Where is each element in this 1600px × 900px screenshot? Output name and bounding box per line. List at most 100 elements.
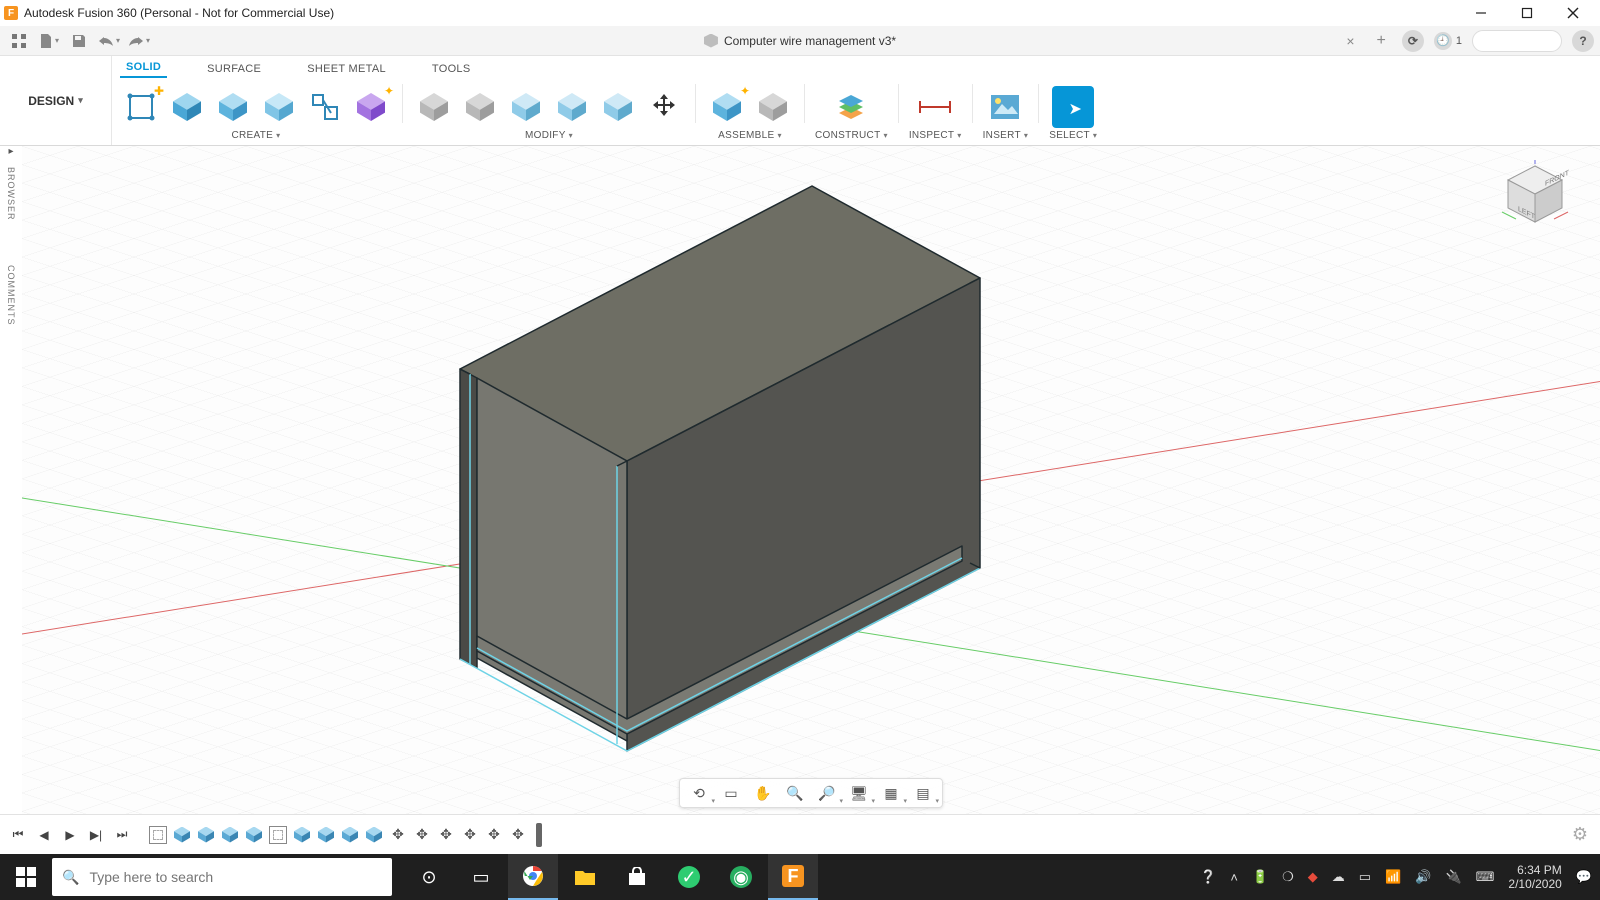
close-window-button[interactable] — [1550, 0, 1596, 26]
tray-red-icon[interactable]: ◆ — [1308, 869, 1318, 885]
workspace-switcher[interactable]: DESIGN — [0, 56, 112, 145]
fillet-tool[interactable] — [459, 86, 501, 128]
tray-chevron-icon[interactable]: ˄ — [1230, 870, 1238, 885]
create-label[interactable]: CREATE — [232, 130, 281, 141]
new-tab-button[interactable]: + — [1371, 32, 1392, 50]
tray-help-icon[interactable]: ❔ — [1200, 869, 1216, 885]
document-tab[interactable]: Computer wire management v3* — [704, 34, 896, 48]
tray-keyboard-icon[interactable]: ⌨ — [1476, 869, 1495, 885]
timeline-start-button[interactable]: ⏮ — [8, 825, 28, 845]
revolve-tool[interactable] — [212, 86, 254, 128]
modify-label[interactable]: MODIFY — [525, 130, 573, 141]
timeline-feature[interactable] — [196, 825, 216, 845]
cortana-button[interactable]: ▭ — [456, 854, 506, 900]
chrome-app[interactable] — [508, 854, 558, 900]
explorer-app[interactable] — [560, 854, 610, 900]
notifications-button[interactable]: 💬 — [1576, 869, 1592, 885]
browser-toggle[interactable]: ▸ — [8, 146, 13, 157]
shell-tool[interactable] — [505, 86, 547, 128]
extensions-button[interactable]: ⟳ — [1402, 30, 1424, 52]
job-status[interactable]: 🕘1 — [1434, 32, 1462, 50]
sketch-tool[interactable]: ✚ — [120, 86, 162, 128]
timeline-sketch[interactable] — [268, 825, 288, 845]
minimize-button[interactable] — [1458, 0, 1504, 26]
timeline-feature[interactable] — [292, 825, 312, 845]
tray-volume-icon[interactable]: 🔊 — [1415, 869, 1431, 885]
timeline-step-back-button[interactable]: ◀ — [34, 825, 54, 845]
browser-label[interactable]: BROWSER — [6, 167, 16, 221]
pan-button[interactable]: ✋ — [752, 782, 774, 804]
timeline-play-button[interactable]: ▶ — [60, 825, 80, 845]
tray-onedrive-icon[interactable]: ☁ — [1332, 869, 1345, 885]
select-tool[interactable]: ➤ — [1052, 86, 1094, 128]
timeline-settings-button[interactable]: ⚙ — [1572, 824, 1588, 845]
taskbar-search-input[interactable] — [89, 869, 382, 885]
timeline-move[interactable]: ✥ — [508, 825, 528, 845]
save-button[interactable] — [66, 29, 92, 53]
timeline-feature[interactable] — [172, 825, 192, 845]
data-panel-button[interactable] — [6, 29, 32, 53]
measure-tool[interactable] — [914, 86, 956, 128]
timeline-move[interactable]: ✥ — [484, 825, 504, 845]
timeline-sketch[interactable] — [148, 825, 168, 845]
close-tab-button[interactable]: × — [1340, 33, 1360, 49]
timeline-end-button[interactable]: ⏭ — [112, 825, 132, 845]
sweep-tool[interactable] — [258, 86, 300, 128]
fusion-app[interactable]: F — [768, 854, 818, 900]
loft-tool[interactable] — [304, 86, 346, 128]
taskview-button[interactable]: ⊙ — [404, 854, 454, 900]
insert-image-tool[interactable] — [984, 86, 1026, 128]
timeline-playhead[interactable] — [536, 823, 542, 847]
construct-plane-tool[interactable] — [830, 86, 872, 128]
store-app[interactable] — [612, 854, 662, 900]
3d-viewport[interactable]: LEFT FRONT ⟲ ▭ ✋ 🔍 🔎 🖥 ▦ ▤ — [22, 146, 1600, 814]
press-pull-tool[interactable] — [413, 86, 455, 128]
assemble-label[interactable]: ASSEMBLE — [718, 130, 782, 141]
timeline-move[interactable]: ✥ — [388, 825, 408, 845]
insert-label[interactable]: INSERT — [983, 130, 1029, 141]
select-label[interactable]: SELECT — [1049, 130, 1097, 141]
green-app-2[interactable]: ◉ — [716, 854, 766, 900]
orbit-button[interactable]: ⟲ — [688, 782, 710, 804]
grid-settings-button[interactable]: ▦ — [880, 782, 902, 804]
file-menu-button[interactable] — [36, 29, 62, 53]
display-settings-button[interactable]: 🖥 — [848, 782, 870, 804]
timeline-move[interactable]: ✥ — [412, 825, 432, 845]
user-avatar[interactable] — [1472, 30, 1562, 52]
timeline-feature[interactable] — [364, 825, 384, 845]
undo-button[interactable] — [96, 29, 122, 53]
new-component-tool[interactable]: ✦ — [706, 86, 748, 128]
help-button[interactable]: ? — [1572, 30, 1594, 52]
tray-battery-icon[interactable]: 🔋 — [1252, 869, 1268, 885]
tab-tools[interactable]: TOOLS — [426, 61, 477, 78]
combine-tool[interactable] — [551, 86, 593, 128]
zoom-button[interactable]: 🔍 — [784, 782, 806, 804]
timeline-step-fwd-button[interactable]: ▶| — [86, 825, 106, 845]
taskbar-clock[interactable]: 6:34 PM 2/10/2020 — [1508, 863, 1561, 891]
construct-label[interactable]: CONSTRUCT — [815, 130, 888, 141]
tab-surface[interactable]: SURFACE — [201, 61, 267, 78]
joint-tool[interactable] — [752, 86, 794, 128]
tray-unknown-icon[interactable]: ▭ — [1359, 869, 1371, 885]
view-cube[interactable]: LEFT FRONT — [1500, 160, 1570, 230]
timeline-feature[interactable] — [220, 825, 240, 845]
timeline-feature[interactable] — [340, 825, 360, 845]
green-app-1[interactable]: ✓ — [664, 854, 714, 900]
viewport-layout-button[interactable]: ▤ — [912, 782, 934, 804]
split-tool[interactable] — [597, 86, 639, 128]
move-tool[interactable] — [643, 86, 685, 128]
zoom-window-button[interactable]: 🔎 — [816, 782, 838, 804]
inspect-label[interactable]: INSPECT — [909, 130, 962, 141]
timeline-move[interactable]: ✥ — [436, 825, 456, 845]
form-tool[interactable]: ✦ — [350, 86, 392, 128]
tab-sheet[interactable]: SHEET METAL — [301, 61, 392, 78]
maximize-button[interactable] — [1504, 0, 1550, 26]
redo-button[interactable] — [126, 29, 152, 53]
timeline-move[interactable]: ✥ — [460, 825, 480, 845]
comments-label[interactable]: COMMENTS — [6, 265, 16, 326]
taskbar-search[interactable]: 🔍 — [52, 858, 392, 896]
start-button[interactable] — [0, 854, 52, 900]
timeline-feature[interactable] — [316, 825, 336, 845]
timeline-feature[interactable] — [244, 825, 264, 845]
tray-power-icon[interactable]: 🔌 — [1445, 869, 1461, 885]
